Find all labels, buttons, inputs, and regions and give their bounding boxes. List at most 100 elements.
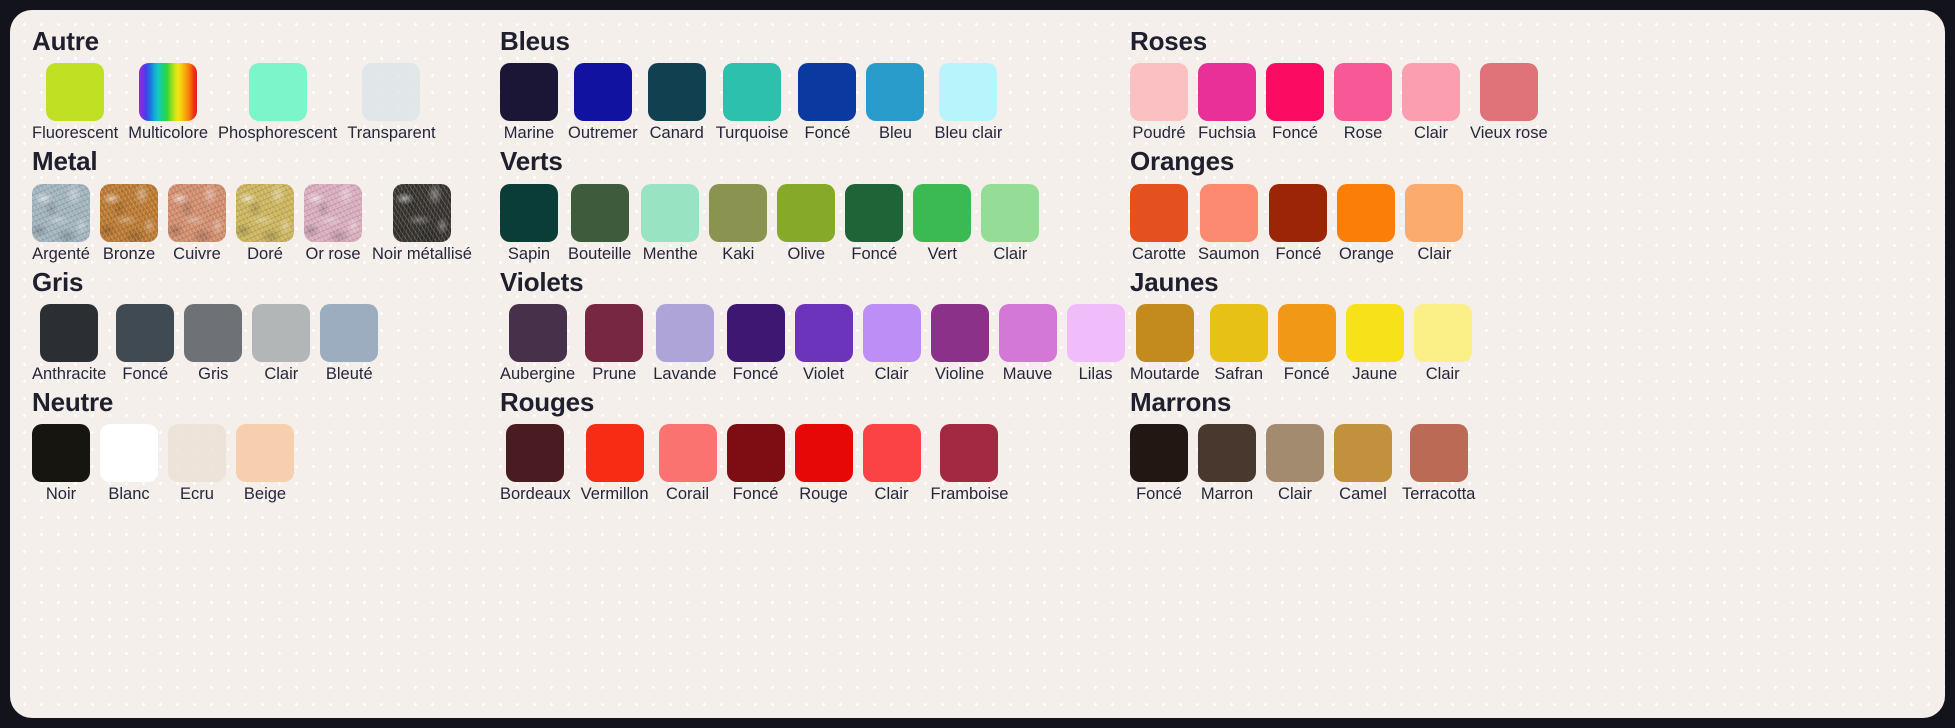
color-swatch[interactable]	[862, 424, 921, 483]
color-swatch[interactable]	[709, 183, 768, 242]
color-swatch[interactable]	[506, 424, 565, 483]
color-swatch[interactable]	[1345, 303, 1404, 362]
swatch-cell[interactable]: Vert	[913, 183, 972, 264]
swatch-cell[interactable]: Lavande	[653, 303, 717, 384]
swatch-cell[interactable]: Clair	[981, 183, 1040, 264]
swatch-cell[interactable]: Framboise	[931, 424, 1008, 504]
color-swatch[interactable]	[168, 424, 226, 483]
color-swatch[interactable]	[248, 63, 307, 122]
color-swatch[interactable]	[1334, 424, 1392, 483]
color-swatch[interactable]	[1198, 63, 1256, 122]
color-swatch[interactable]	[998, 303, 1057, 362]
swatch-cell[interactable]: Turquoise	[716, 63, 788, 143]
color-swatch[interactable]	[726, 424, 785, 483]
swatch-cell[interactable]: Marron	[1198, 424, 1256, 504]
color-swatch[interactable]	[1405, 183, 1464, 242]
swatch-cell[interactable]: Clair	[862, 424, 921, 504]
color-swatch[interactable]	[184, 303, 243, 362]
swatch-cell[interactable]: Violine	[930, 303, 989, 384]
color-swatch[interactable]	[585, 303, 644, 362]
color-swatch[interactable]	[320, 303, 379, 362]
swatch-cell[interactable]: Bleu	[866, 63, 925, 143]
swatch-cell[interactable]: Poudré	[1130, 63, 1188, 143]
color-swatch[interactable]	[1266, 424, 1324, 483]
color-swatch[interactable]	[508, 303, 567, 362]
color-swatch[interactable]	[913, 183, 972, 242]
color-swatch[interactable]	[40, 303, 99, 362]
swatch-cell[interactable]: Clair	[1405, 183, 1464, 264]
color-swatch[interactable]	[1198, 424, 1256, 483]
color-swatch[interactable]	[139, 63, 198, 122]
swatch-cell[interactable]: Outremer	[568, 63, 638, 143]
swatch-cell[interactable]: Vermillon	[581, 424, 649, 504]
color-swatch[interactable]	[585, 424, 644, 483]
swatch-cell[interactable]: Corail	[658, 424, 717, 504]
swatch-cell[interactable]: Bleuté	[320, 303, 379, 384]
color-swatch[interactable]	[1269, 183, 1328, 242]
color-swatch[interactable]	[1337, 183, 1396, 242]
swatch-cell[interactable]: Clair	[862, 303, 921, 384]
color-swatch[interactable]	[100, 424, 158, 483]
color-swatch[interactable]	[1130, 63, 1188, 122]
swatch-cell[interactable]: Aubergine	[500, 303, 575, 384]
swatch-cell[interactable]: Bronze	[100, 183, 158, 264]
color-swatch[interactable]	[168, 183, 226, 242]
swatch-cell[interactable]: Doré	[236, 183, 294, 264]
swatch-cell[interactable]: Or rose	[304, 183, 362, 264]
color-swatch[interactable]	[32, 183, 90, 242]
color-swatch[interactable]	[304, 183, 362, 242]
color-swatch[interactable]	[655, 303, 714, 362]
color-swatch[interactable]	[845, 183, 904, 242]
color-swatch[interactable]	[1199, 183, 1258, 242]
swatch-cell[interactable]: Rouge	[794, 424, 853, 504]
swatch-cell[interactable]: Multicolore	[128, 63, 208, 143]
swatch-cell[interactable]: Orange	[1337, 183, 1396, 264]
swatch-cell[interactable]: Prune	[585, 303, 644, 384]
swatch-cell[interactable]: Menthe	[641, 183, 700, 264]
color-swatch[interactable]	[1066, 303, 1125, 362]
swatch-cell[interactable]: Vieux rose	[1470, 63, 1548, 143]
color-swatch[interactable]	[236, 183, 294, 242]
swatch-cell[interactable]: Olive	[777, 183, 836, 264]
swatch-cell[interactable]: Saumon	[1198, 183, 1259, 264]
color-swatch[interactable]	[940, 424, 999, 483]
color-swatch[interactable]	[930, 303, 989, 362]
swatch-cell[interactable]: Phosphorescent	[218, 63, 337, 143]
swatch-cell[interactable]: Transparent	[347, 63, 436, 143]
color-swatch[interactable]	[1334, 63, 1392, 122]
color-swatch[interactable]	[794, 424, 853, 483]
color-swatch[interactable]	[46, 63, 105, 122]
swatch-cell[interactable]: Foncé	[726, 303, 785, 384]
swatch-cell[interactable]: Foncé	[798, 63, 857, 143]
swatch-cell[interactable]: Bleu clair	[934, 63, 1002, 143]
color-swatch[interactable]	[658, 424, 717, 483]
color-swatch[interactable]	[981, 183, 1040, 242]
color-swatch[interactable]	[862, 303, 921, 362]
color-swatch[interactable]	[100, 183, 158, 242]
color-swatch[interactable]	[1402, 63, 1460, 122]
color-swatch[interactable]	[392, 183, 451, 242]
swatch-cell[interactable]: Camel	[1334, 424, 1392, 504]
color-swatch[interactable]	[1130, 183, 1188, 242]
color-swatch[interactable]	[726, 303, 785, 362]
swatch-cell[interactable]: Mauve	[998, 303, 1057, 384]
swatch-cell[interactable]: Carotte	[1130, 183, 1188, 264]
color-swatch[interactable]	[500, 63, 558, 122]
swatch-cell[interactable]: Noir métallisé	[372, 183, 472, 264]
color-swatch[interactable]	[573, 63, 632, 122]
swatch-cell[interactable]: Clair	[252, 303, 311, 384]
swatch-cell[interactable]: Foncé	[1269, 183, 1328, 264]
swatch-cell[interactable]: Rose	[1334, 63, 1392, 143]
swatch-cell[interactable]: Sapin	[500, 183, 558, 264]
swatch-cell[interactable]: Blanc	[100, 424, 158, 504]
color-swatch[interactable]	[116, 303, 175, 362]
swatch-cell[interactable]: Fluorescent	[32, 63, 118, 143]
swatch-cell[interactable]: Terracotta	[1402, 424, 1475, 504]
color-swatch[interactable]	[1277, 303, 1336, 362]
swatch-cell[interactable]: Bordeaux	[500, 424, 571, 504]
color-swatch[interactable]	[1135, 303, 1194, 362]
swatch-cell[interactable]: Foncé	[845, 183, 904, 264]
color-swatch[interactable]	[1130, 424, 1188, 483]
color-swatch[interactable]	[866, 63, 925, 122]
swatch-cell[interactable]: Clair	[1413, 303, 1472, 384]
